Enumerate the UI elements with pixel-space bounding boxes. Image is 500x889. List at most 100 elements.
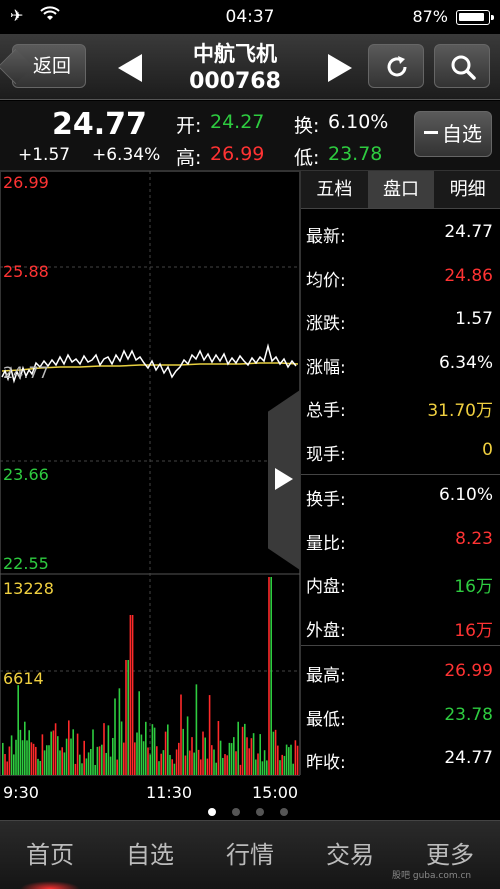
volume-bar [6,761,8,775]
tab-trade[interactable]: 交易 [300,821,400,889]
volume-bar [57,736,59,775]
info-row: 最高: 26.99 [301,650,500,693]
volume-bar [131,615,134,775]
info-row-label: 最低: [306,709,346,730]
info-row-value: 16万 [454,577,493,597]
search-button[interactable] [434,44,490,88]
page-dot[interactable] [208,808,216,816]
expand-panel-icon[interactable] [268,390,300,570]
info-row-value: 24.77 [444,748,493,768]
fav-label: 自选 [442,122,482,146]
remove-favorite-button[interactable]: 自选 [414,111,492,157]
volume-bar [123,742,125,775]
tab-home[interactable]: 首页 [0,821,100,889]
volume-bar [211,745,213,775]
volume-bar [208,695,211,775]
volume-bar [30,742,33,775]
info-row: 现手: 0 [301,429,500,472]
volume-bar [246,737,248,775]
volume-bar [114,698,116,775]
volume-bar [94,764,96,775]
volume-bar [127,660,129,775]
stock-name: 中航飞机 [193,42,277,66]
prev-stock-icon[interactable] [118,54,142,82]
volume-bar [41,734,44,775]
page-dot[interactable] [256,808,264,816]
info-row-value: 0 [482,439,493,460]
info-row-label: 总手: [306,401,346,421]
next-stock-icon[interactable] [328,54,352,82]
page-indicator [0,805,500,819]
volume-bar [70,738,72,775]
turnover-label: 换: [294,115,320,137]
panel-tabs: 五档 盘口 明细 [301,171,500,209]
low-label: 低: [294,147,320,169]
volume-bar [244,723,246,775]
volume-bar [79,754,81,775]
volume-bar [8,746,11,775]
volume-bar [37,758,39,775]
price-tick-label: 26.99 [3,173,49,192]
volume-bar [54,723,57,775]
volume-bar [151,724,154,775]
info-row: 最新: 24.77 [301,211,500,254]
volume-bar [257,753,259,775]
volume-bar [193,752,195,775]
status-bar: ✈ 04:37 87% [0,0,500,34]
volume-bar [285,744,288,775]
price-tick-label: 24.77 [3,363,49,382]
volume-bar [50,731,52,775]
volume-bar [180,694,182,775]
volume-bar [46,745,48,775]
volume-bar [263,750,266,775]
tab-details[interactable]: 明细 [434,171,500,208]
volume-bar [129,615,132,775]
price-tick-label: 25.88 [3,262,49,281]
volume-bar [83,740,85,775]
volume-tick-label: 6614 [3,669,44,688]
page-dot[interactable] [280,808,288,816]
tab-market[interactable]: 行情 [200,821,300,889]
volume-bar [283,755,286,775]
volume-bar [15,739,17,775]
volume-bar [125,660,127,775]
back-button[interactable]: 返回 [12,44,86,88]
volume-bar [160,753,162,775]
page-dot[interactable] [232,808,240,816]
volume-bar [28,730,30,775]
tab-order-book[interactable]: 盘口 [367,171,435,208]
volume-bar [277,745,279,775]
volume-bar [116,759,118,775]
volume-bar [237,721,239,775]
volume-bar [268,577,270,775]
info-row-value: 1.57 [455,309,493,329]
stock-title: 中航飞机 000768 [160,40,310,96]
info-row-value: 24.77 [444,222,493,242]
volume-bar [197,749,200,775]
volume-bar [204,737,206,775]
price-change: +1.57 [18,145,71,165]
info-row: 昨收: 24.77 [301,737,500,780]
volume-bar [26,740,28,775]
tab-five-levels[interactable]: 五档 [301,171,368,208]
refresh-button[interactable] [368,44,424,88]
volume-bar [167,724,169,775]
volume-bar [228,742,231,775]
info-row-label: 昨收: [306,753,346,773]
info-row-label: 换手: [306,490,346,510]
back-label: 返回 [33,55,72,77]
watermark: 股吧 guba.com.cn [392,871,472,881]
tab-watchlist[interactable]: 自选 [100,821,200,889]
volume-bar [120,721,123,775]
volume-bar [224,754,226,775]
volume-bar [32,743,35,775]
info-row-value: 6.34% [438,352,493,373]
high-label: 高: [176,147,202,169]
volume-bar [107,725,110,775]
volume-bar [239,764,242,775]
volume-bar [184,755,187,775]
volume-bar [145,721,147,775]
info-row-value: 6.10% [438,485,493,505]
volume-bar [4,754,6,775]
info-row-value: 8.23 [455,528,493,549]
